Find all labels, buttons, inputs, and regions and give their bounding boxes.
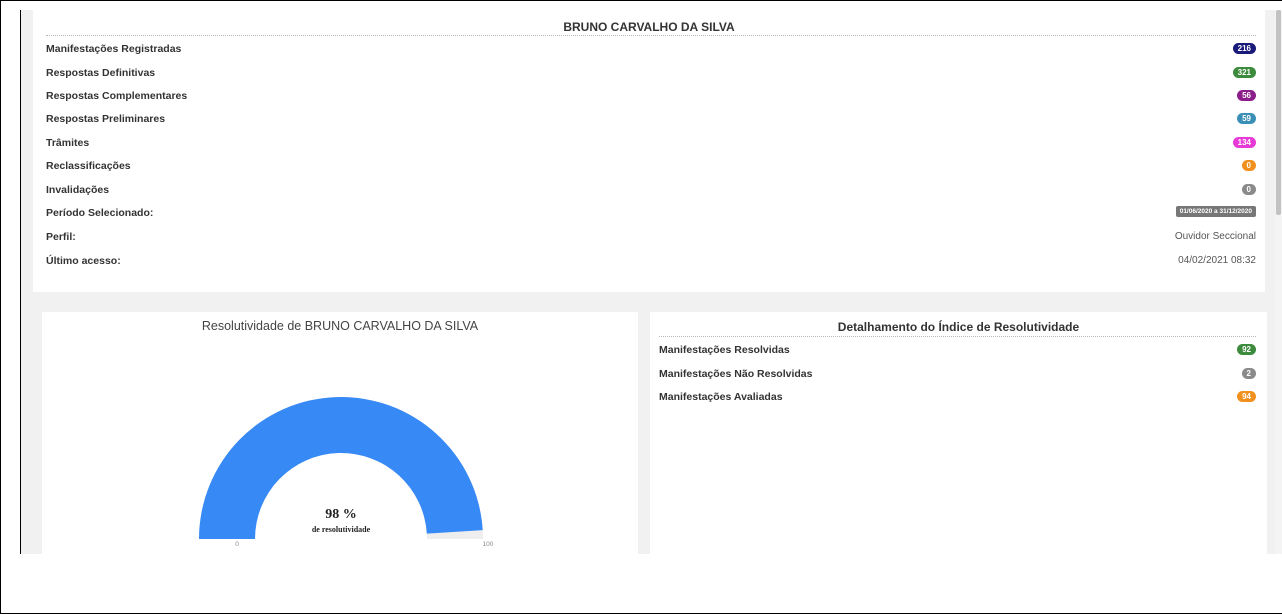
summary-title: BRUNO CARVALHO DA SILVA: [563, 20, 735, 34]
stat-badge: 321: [1232, 67, 1256, 78]
detail-row-avaliadas: Manifestações Avaliadas 94: [659, 389, 1256, 405]
detail-label: Manifestações Resolvidas: [659, 344, 790, 356]
detail-label: Manifestações Avaliadas: [659, 391, 783, 403]
stat-row-respostas-complementares: Respostas Complementares 56: [46, 88, 1256, 104]
stat-row-respostas-definitivas: Respostas Definitivas 321: [46, 65, 1256, 81]
period-row: Período Selecionado: 01/06/2020 a 31/12/…: [46, 205, 1256, 221]
profile-label: Perfil:: [46, 231, 76, 243]
stat-row-respostas-preliminares: Respostas Preliminares 59: [46, 111, 1256, 127]
detail-title-divider: [659, 336, 1256, 337]
detail-row-nao-resolvidas: Manifestações Não Resolvidas 2: [659, 366, 1256, 382]
detail-badge: 94: [1237, 391, 1256, 402]
period-badge: 01/06/2020 a 31/12/2020: [1175, 206, 1256, 217]
stat-label: Trâmites: [46, 137, 90, 149]
detail-title: Detalhamento do Índice de Resolutividade: [837, 320, 1080, 334]
stat-label: Manifestações Registradas: [46, 43, 182, 55]
summary-card: BRUNO CARVALHO DA SILVA Manifestações Re…: [33, 10, 1265, 292]
detail-row-resolvidas: Manifestações Resolvidas 92: [659, 342, 1256, 358]
stat-row-tramites: Trâmites 134: [46, 135, 1256, 151]
stat-badge: 56: [1237, 90, 1256, 101]
detail-label: Manifestações Não Resolvidas: [659, 368, 813, 380]
resolutividade-detail-card: Detalhamento do Índice de Resolutividade…: [650, 312, 1267, 554]
gauge-caption: de resolutividade: [312, 525, 371, 534]
gauge-max-label: 100: [483, 541, 494, 548]
stat-label: Respostas Complementares: [46, 90, 188, 102]
vertical-scrollbar[interactable]: [1275, 10, 1282, 554]
gauge-chart: 98 % de resolutividade 0 100: [199, 397, 494, 548]
summary-title-divider: [46, 35, 1256, 36]
stat-badge: 134: [1232, 137, 1256, 148]
stat-badge: 59: [1237, 113, 1256, 124]
last-access-value: 04/02/2021 08:32: [1178, 255, 1256, 266]
stat-badge: 0: [1241, 160, 1256, 171]
profile-value: Ouvidor Seccional: [1174, 231, 1256, 242]
stat-label: Respostas Definitivas: [46, 67, 156, 79]
last-access-row: Último acesso: 04/02/2021 08:32: [46, 253, 1256, 269]
stat-label: Invalidações: [46, 184, 110, 196]
stat-badge: 0: [1241, 184, 1256, 195]
detail-badge: 92: [1237, 344, 1256, 355]
dashboard-viewport: BRUNO CARVALHO DA SILVA Manifestações Re…: [21, 10, 1275, 554]
last-access-label: Último acesso:: [46, 255, 121, 267]
stat-label: Reclassificações: [46, 160, 131, 172]
stat-row-manifestacoes-registradas: Manifestações Registradas 216: [46, 41, 1256, 57]
scrollbar-thumb[interactable]: [1276, 10, 1281, 215]
period-label: Período Selecionado:: [46, 207, 154, 219]
stat-row-invalidacoes: Invalidações 0: [46, 182, 1256, 198]
stat-label: Respostas Preliminares: [46, 113, 166, 125]
resolutividade-gauge-card: Resolutividade de BRUNO CARVALHO DA SILV…: [42, 312, 638, 554]
stat-badge: 216: [1232, 43, 1256, 54]
gauge-min-label: 0: [235, 541, 239, 548]
gauge-value-text: 98 %: [325, 507, 357, 522]
stat-row-reclassificacoes: Reclassificações 0: [46, 158, 1256, 174]
detail-badge: 2: [1241, 368, 1256, 379]
profile-row: Perfil: Ouvidor Seccional: [46, 229, 1256, 245]
